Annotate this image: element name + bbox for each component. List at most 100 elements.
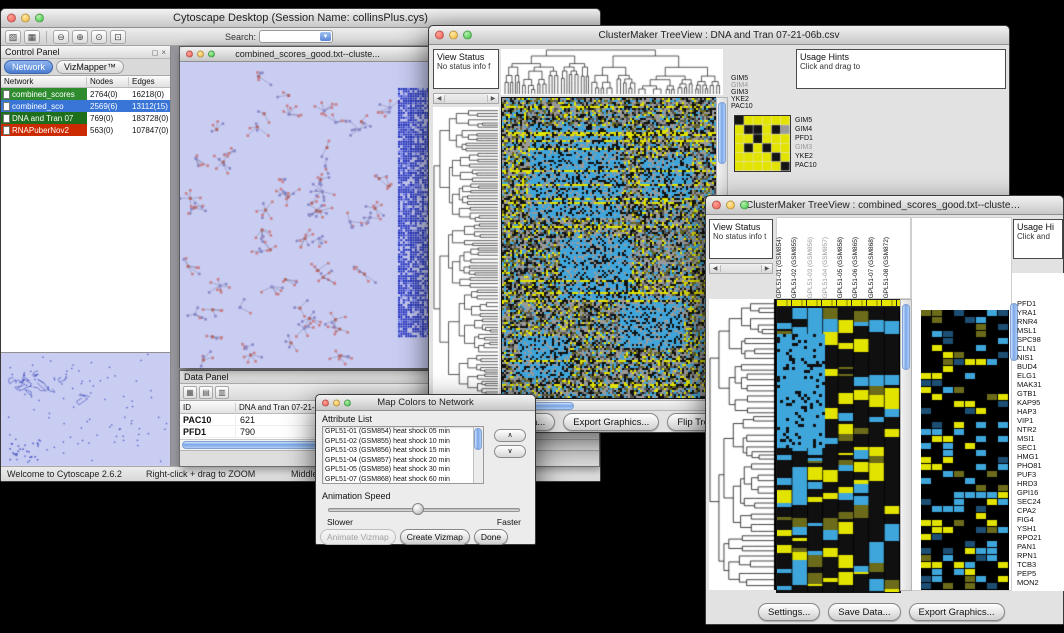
attribute-list-item[interactable]: GPL51-05 (GSM858) heat shock 30 min	[323, 465, 473, 475]
attribute-list-item[interactable]: GPL51-07 (GSM868) heat shock 60 min	[323, 475, 473, 485]
attribute-list[interactable]: GPL51-01 (GSM854) heat shock 05 minGPL51…	[322, 426, 484, 484]
slider-thumb[interactable]	[412, 503, 424, 515]
gene-label[interactable]: GPI16	[1017, 488, 1063, 497]
treeview-combined-titlebar[interactable]: ClusterMaker TreeView : combined_scores_…	[706, 196, 1063, 215]
close-button[interactable]	[7, 14, 16, 23]
zoom-in-icon[interactable]: ⊕	[72, 30, 88, 44]
array-label[interactable]: GPL51-06 (GSM865)	[852, 237, 867, 298]
gene-label[interactable]: PUF3	[1017, 470, 1063, 479]
zoom-button[interactable]	[208, 51, 215, 58]
network-name-cell[interactable]: DNA and Tran 07	[1, 112, 87, 124]
array-label[interactable]: GPL51-07 (GSM868)	[868, 237, 883, 298]
gene-label[interactable]: HMG1	[1017, 452, 1063, 461]
row-dendrogram[interactable]	[433, 107, 499, 397]
save-icon[interactable]: ▦	[24, 30, 40, 44]
control-panel-tab[interactable]: VizMapper™	[56, 60, 124, 74]
gene-label[interactable]: RNR4	[1017, 317, 1063, 326]
minimize-button[interactable]	[726, 201, 735, 210]
network-list-row[interactable]: RNAPuberNov2 563(0) 107847(0)	[1, 124, 170, 136]
gene-label[interactable]: GTB1	[1017, 389, 1063, 398]
attribute-list-item[interactable]: GPL51-04 (GSM857) heat shock 20 min	[323, 456, 473, 466]
gene-label[interactable]: HAP3	[1017, 407, 1063, 416]
gene-label[interactable]: PAC10	[731, 103, 753, 110]
dialog-titlebar[interactable]: Map Colors to Network	[316, 395, 535, 411]
gene-label[interactable]: RPO21	[1017, 533, 1063, 542]
gene-label[interactable]: MSL1	[1017, 326, 1063, 335]
gene-label[interactable]: MAK31	[1017, 380, 1063, 389]
zoom-fit-icon[interactable]: ⊙	[91, 30, 107, 44]
gene-label[interactable]: YRA1	[1017, 308, 1063, 317]
zoom-heatmap[interactable]	[921, 310, 1009, 590]
control-panel-tab[interactable]: Network	[4, 60, 53, 74]
gene-label[interactable]: VIP1	[1017, 416, 1063, 425]
heatmap[interactable]	[501, 97, 717, 399]
gene-label[interactable]: GIM5	[795, 116, 817, 125]
attribute-list-scrollbar[interactable]	[473, 427, 483, 483]
gene-label[interactable]: YSH1	[1017, 524, 1063, 533]
dialog-button[interactable]: Done	[474, 529, 508, 545]
zoom-out-icon[interactable]: ⊖	[53, 30, 69, 44]
network-overview-panel[interactable]	[1, 352, 170, 466]
network-list-row[interactable]: combined_scores 2764(0) 16218(0)	[1, 88, 170, 100]
move-up-button[interactable]: ∧	[494, 429, 526, 442]
close-panel-icon[interactable]: ×	[161, 48, 166, 57]
gene-label[interactable]: RPN1	[1017, 551, 1063, 560]
gene-label[interactable]: MON2	[1017, 578, 1063, 587]
array-label[interactable]: GPL51-08 (GSM872)	[883, 237, 898, 298]
scroll-right-icon[interactable]: ▶	[761, 265, 772, 272]
gene-label[interactable]: ELG1	[1017, 371, 1063, 380]
gene-label[interactable]: PFD1	[795, 134, 817, 143]
network-list-row[interactable]: combined_sco 2569(6) 13112(15)	[1, 100, 170, 112]
zoom-button[interactable]	[344, 399, 351, 406]
close-button[interactable]	[186, 51, 193, 58]
zoom-selected-icon[interactable]: ⊡	[110, 30, 126, 44]
zoom-button[interactable]	[740, 201, 749, 210]
attribute-list-item[interactable]: GPL51-02 (GSM855) heat shock 10 min	[323, 437, 473, 447]
scroll-track[interactable]	[721, 264, 761, 273]
scroll-track[interactable]	[445, 94, 487, 103]
array-label[interactable]: GPL51-03 (GSM856)	[807, 237, 822, 298]
array-label[interactable]: GPL51-04 (GSM857)	[822, 237, 837, 298]
open-icon[interactable]: ▨	[5, 30, 21, 44]
network-table-column-header[interactable]: Network	[1, 77, 87, 86]
select-attributes-icon[interactable]: ▦	[183, 386, 197, 399]
minimize-button[interactable]	[449, 31, 458, 40]
attribute-list-item[interactable]: GPL51-01 (GSM854) heat shock 05 min	[323, 427, 473, 437]
attribute-list-item[interactable]: GPL51-03 (GSM856) heat shock 15 min	[323, 446, 473, 456]
gene-label[interactable]: SPC98	[1017, 335, 1063, 344]
column-dendrogram[interactable]	[501, 49, 723, 95]
scroll-right-icon[interactable]: ▶	[487, 95, 498, 102]
gene-label[interactable]: GIM4	[795, 125, 817, 134]
gene-label[interactable]: YKE2	[731, 96, 753, 103]
minimize-button[interactable]	[21, 14, 30, 23]
treeview-button[interactable]: Save Data...	[828, 603, 900, 621]
close-button[interactable]	[435, 31, 444, 40]
gene-label[interactable]: BUD4	[1017, 362, 1063, 371]
create-attribute-icon[interactable]: ▤	[199, 386, 213, 399]
gene-label[interactable]: NIS1	[1017, 353, 1063, 362]
gene-label[interactable]: KAP95	[1017, 398, 1063, 407]
correlation-mini-heatmap[interactable]	[734, 115, 791, 172]
vscroll-thumb[interactable]	[718, 102, 726, 164]
network-name-cell[interactable]: combined_sco	[1, 100, 87, 112]
dendrogram-hscrollbar[interactable]: ◀ ▶	[433, 93, 499, 104]
gene-label[interactable]: GIM3	[795, 143, 817, 152]
zoom-button[interactable]	[35, 14, 44, 23]
network-view-canvas[interactable]	[180, 62, 435, 368]
gene-label[interactable]: YKE2	[795, 152, 817, 161]
move-down-button[interactable]: ∨	[494, 445, 526, 458]
dendrogram-hscrollbar[interactable]: ◀ ▶	[709, 263, 773, 274]
dialog-button[interactable]: Animate Vizmap	[320, 529, 396, 545]
array-label[interactable]: GPL51-02 (GSM855)	[791, 237, 806, 298]
treeview-button[interactable]: Settings...	[758, 603, 820, 621]
gene-label[interactable]: SEC1	[1017, 443, 1063, 452]
attribute-column-header[interactable]: ID	[180, 403, 236, 412]
gene-label[interactable]: FIG4	[1017, 515, 1063, 524]
network-table-column-header[interactable]: Nodes	[87, 77, 129, 86]
vscroll-thumb[interactable]	[902, 304, 910, 370]
network-overview-thumbnail[interactable]	[1, 353, 169, 465]
float-panel-icon[interactable]: ◻	[152, 48, 159, 57]
gene-label[interactable]: HRD3	[1017, 479, 1063, 488]
treeview-dna-titlebar[interactable]: ClusterMaker TreeView : DNA and Tran 07-…	[429, 26, 1009, 45]
network-name-cell[interactable]: RNAPuberNov2	[1, 124, 87, 136]
